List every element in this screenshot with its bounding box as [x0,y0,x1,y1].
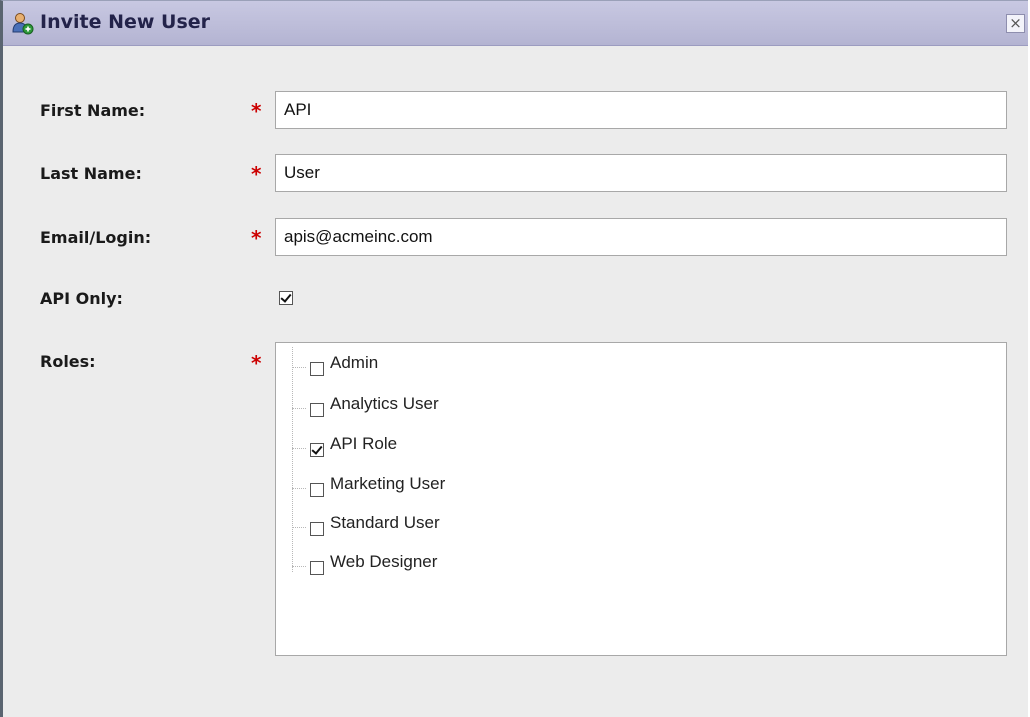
dialog-title: Invite New User [40,11,211,33]
add-user-icon [12,13,34,35]
role-item-web-designer[interactable]: Web Designer [276,544,1006,584]
first-name-label: First Name: [40,101,146,120]
role-label: API Role [330,434,398,453]
roles-required-marker: * [251,351,262,375]
role-item-marketing-user[interactable]: Marketing User [276,466,1006,506]
role-checkbox-standard-user[interactable] [310,522,324,536]
tree-connector [292,527,306,528]
role-item-api-role[interactable]: API Role [276,426,1006,466]
role-checkbox-admin[interactable] [310,362,324,376]
role-checkbox-web-designer[interactable] [310,561,324,575]
last-name-input[interactable] [275,154,1007,192]
invite-user-dialog: Invite New User × First Name: * Last Nam… [0,0,1028,717]
role-checkbox-analytics-user[interactable] [310,403,324,417]
role-checkbox-marketing-user[interactable] [310,483,324,497]
email-input[interactable] [275,218,1007,256]
tree-connector [292,408,306,409]
roles-label: Roles: [40,352,96,371]
last-name-required-marker: * [251,162,262,186]
role-item-admin[interactable]: Admin [276,345,1006,385]
first-name-input[interactable] [275,91,1007,129]
tree-connector [292,488,306,489]
api-only-label: API Only: [40,289,123,308]
role-item-analytics-user[interactable]: Analytics User [276,386,1006,426]
email-required-marker: * [251,226,262,250]
role-item-standard-user[interactable]: Standard User [276,505,1006,545]
roles-tree[interactable]: Admin Analytics User API Role Marketing … [275,342,1007,656]
role-checkbox-api-role[interactable] [310,443,324,457]
close-icon: × [1009,14,1022,32]
first-name-required-marker: * [251,99,262,123]
role-label: Admin [330,353,379,372]
api-only-checkbox[interactable] [279,291,293,305]
last-name-label: Last Name: [40,164,142,183]
role-label: Marketing User [330,474,446,493]
dialog-titlebar[interactable]: Invite New User × [3,1,1028,46]
tree-connector [292,367,306,368]
role-label: Standard User [330,513,440,532]
close-button[interactable]: × [1006,14,1025,33]
tree-connector [292,448,306,449]
role-label: Analytics User [330,394,439,413]
role-label: Web Designer [330,552,438,571]
tree-connector [292,566,306,567]
email-label: Email/Login: [40,228,152,247]
